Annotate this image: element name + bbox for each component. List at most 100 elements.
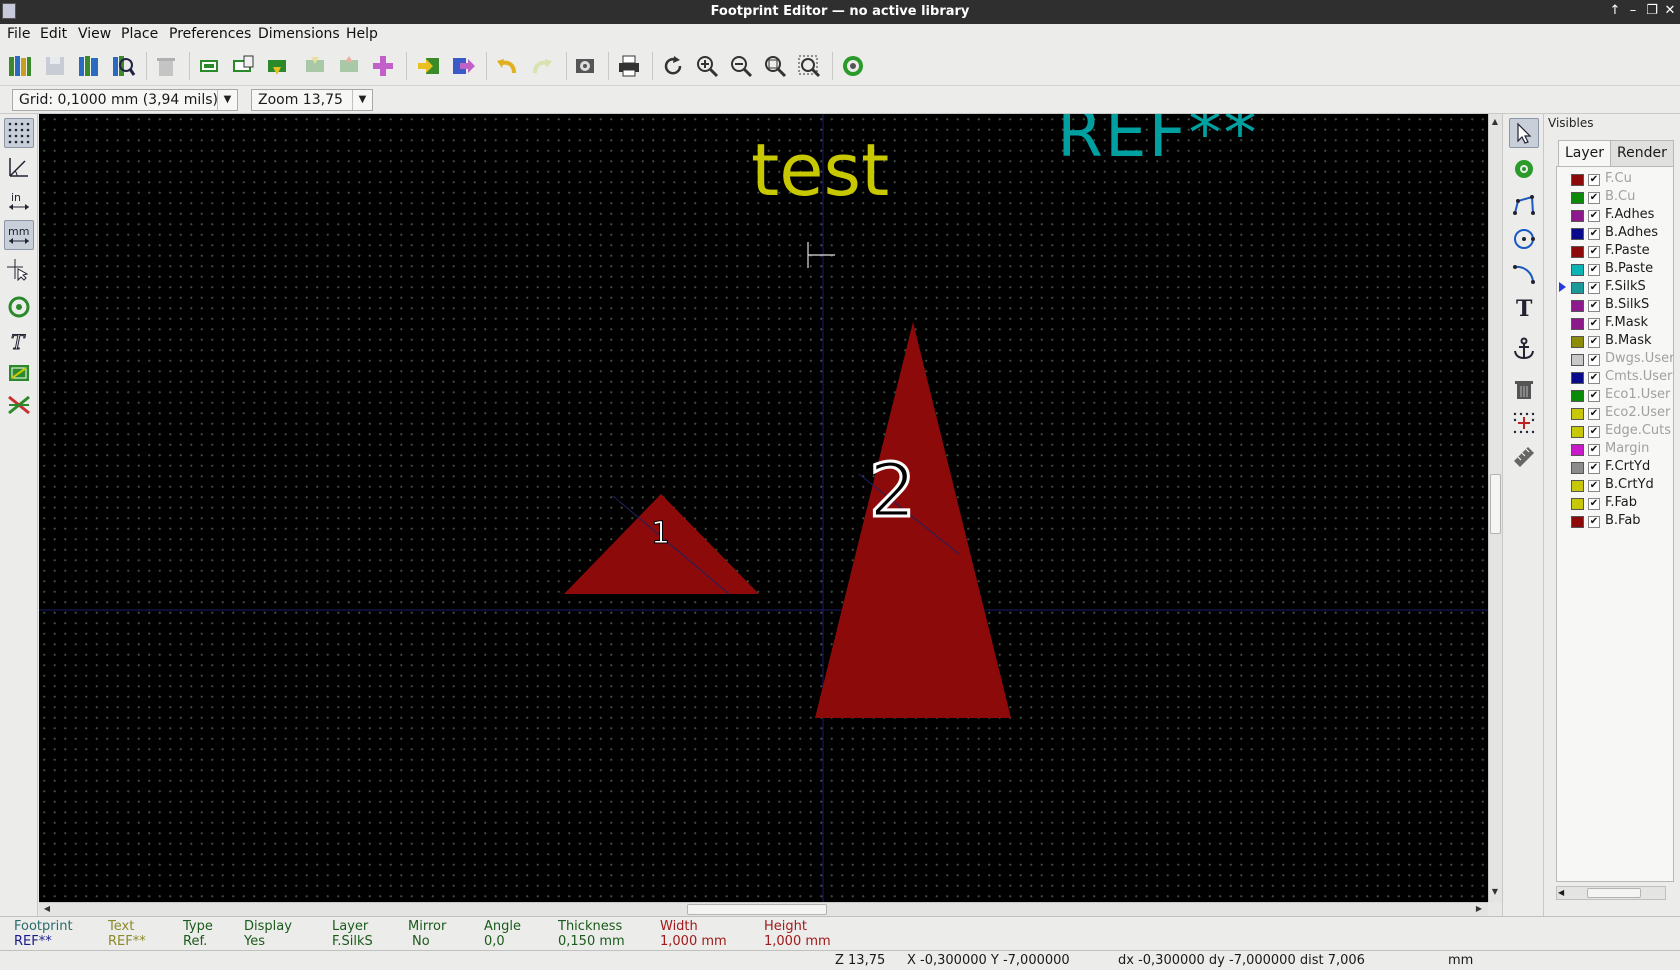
reference-text-field[interactable]: REF**: [1057, 114, 1259, 170]
scroll-left-icon[interactable]: ◀: [41, 903, 53, 915]
layer-name[interactable]: F.CrtYd: [1605, 459, 1673, 474]
layer-color-swatch[interactable]: [1571, 228, 1584, 240]
scroll-up-icon[interactable]: ▲: [1489, 116, 1501, 128]
menu-dimensions[interactable]: Dimensions: [258, 26, 340, 42]
layer-name[interactable]: Dwgs.User: [1605, 351, 1673, 366]
layer-color-swatch[interactable]: [1571, 210, 1584, 222]
polar-coords-button[interactable]: [4, 152, 34, 182]
layer-row[interactable]: ✔ F.Paste: [1557, 243, 1675, 261]
layer-color-swatch[interactable]: [1571, 246, 1584, 258]
layer-row[interactable]: ✔ F.Mask: [1557, 315, 1675, 333]
layer-row[interactable]: ✔ F.Adhes: [1557, 207, 1675, 225]
tab-render[interactable]: Render: [1610, 140, 1674, 166]
layer-color-swatch[interactable]: [1571, 300, 1584, 312]
export-footprint-button[interactable]: [448, 51, 478, 81]
layer-color-swatch[interactable]: [1571, 282, 1584, 294]
menu-help[interactable]: Help: [346, 26, 378, 42]
layer-color-swatch[interactable]: [1571, 426, 1584, 438]
minimize-icon[interactable]: –: [1624, 2, 1642, 20]
layer-name[interactable]: B.Paste: [1605, 261, 1673, 276]
layer-name[interactable]: F.Fab: [1605, 495, 1673, 510]
units-mm-button[interactable]: mm: [4, 220, 34, 250]
delete-footprint-button[interactable]: [151, 51, 181, 81]
layer-color-swatch[interactable]: [1571, 390, 1584, 402]
layer-row[interactable]: ✔ B.Mask: [1557, 333, 1675, 351]
layer-list-horizontal-scrollbar[interactable]: ◀ ▶: [1556, 886, 1666, 900]
horizontal-scroll-thumb[interactable]: [687, 904, 827, 915]
add-pad-button[interactable]: [368, 51, 398, 81]
layer-visibility-checkbox[interactable]: ✔: [1588, 408, 1600, 420]
layer-row[interactable]: ✔ Margin: [1557, 441, 1675, 459]
layer-name[interactable]: Margin: [1605, 441, 1673, 456]
layer-color-swatch[interactable]: [1571, 354, 1584, 366]
layer-visibility-checkbox[interactable]: ✔: [1588, 390, 1600, 402]
layer-name[interactable]: F.Cu: [1605, 171, 1673, 186]
menu-preferences[interactable]: Preferences: [169, 26, 251, 42]
layer-color-swatch[interactable]: [1571, 408, 1584, 420]
layer-visibility-checkbox[interactable]: ✔: [1588, 462, 1600, 474]
menu-edit[interactable]: Edit: [40, 26, 67, 42]
add-text-tool-button[interactable]: T: [1509, 292, 1539, 322]
layer-name[interactable]: F.SilkS: [1605, 279, 1673, 294]
chevron-down-icon[interactable]: ▼: [217, 90, 237, 110]
layer-color-swatch[interactable]: [1571, 264, 1584, 276]
layer-visibility-checkbox[interactable]: ✔: [1588, 264, 1600, 276]
zoom-select[interactable]: Zoom 13,75 ▼: [251, 89, 373, 111]
scroll-right-icon[interactable]: ▶: [1473, 903, 1485, 915]
layer-row[interactable]: ✔ Eco2.User: [1557, 405, 1675, 423]
drawing-canvas[interactable]: test REF** 1 2: [39, 114, 1488, 902]
undo-button[interactable]: [492, 51, 522, 81]
insert-into-board-button[interactable]: [334, 51, 364, 81]
menu-place[interactable]: Place: [121, 26, 158, 42]
tab-layer[interactable]: Layer: [1558, 140, 1612, 167]
layer-name[interactable]: B.Cu: [1605, 189, 1673, 204]
maximize-icon[interactable]: ❐: [1643, 2, 1661, 20]
high-contrast-button[interactable]: [4, 390, 34, 420]
keep-above-icon[interactable]: ↑: [1606, 2, 1624, 20]
layer-visibility-checkbox[interactable]: ✔: [1588, 282, 1600, 294]
redo-button[interactable]: [527, 51, 557, 81]
layer-row[interactable]: ✔ Eco1.User: [1557, 387, 1675, 405]
layer-row[interactable]: ✔ F.Fab: [1557, 495, 1675, 513]
new-footprint-button[interactable]: [194, 51, 224, 81]
layer-visibility-checkbox[interactable]: ✔: [1588, 336, 1600, 348]
layer-color-swatch[interactable]: [1571, 462, 1584, 474]
layer-name[interactable]: B.Adhes: [1605, 225, 1673, 240]
add-pad-tool-button[interactable]: [1509, 154, 1539, 184]
grid-select[interactable]: Grid: 0,1000 mm (3,94 mils) ▼: [12, 89, 238, 111]
menu-view[interactable]: View: [78, 26, 111, 42]
load-from-library-button[interactable]: [262, 51, 292, 81]
layer-visibility-checkbox[interactable]: ✔: [1588, 354, 1600, 366]
layer-row[interactable]: ✔ Cmts.User: [1557, 369, 1675, 387]
layer-visibility-checkbox[interactable]: ✔: [1588, 426, 1600, 438]
layer-visibility-checkbox[interactable]: ✔: [1588, 300, 1600, 312]
add-circle-tool-button[interactable]: [1509, 224, 1539, 254]
place-anchor-tool-button[interactable]: [1509, 334, 1539, 364]
layer-visibility-checkbox[interactable]: ✔: [1588, 498, 1600, 510]
layer-visibility-checkbox[interactable]: ✔: [1588, 516, 1600, 528]
chevron-down-icon[interactable]: ▼: [352, 90, 372, 110]
load-from-board-button[interactable]: [300, 51, 330, 81]
pad-sketch-button[interactable]: [4, 292, 34, 322]
zoom-in-button[interactable]: [692, 51, 722, 81]
add-line-tool-button[interactable]: [1509, 190, 1539, 220]
layer-color-swatch[interactable]: [1571, 372, 1584, 384]
layer-name[interactable]: F.Adhes: [1605, 207, 1673, 222]
layer-name[interactable]: Eco2.User: [1605, 405, 1673, 420]
check-footprint-button[interactable]: [838, 51, 868, 81]
cursor-shape-button[interactable]: [4, 254, 34, 284]
menu-file[interactable]: File: [7, 26, 30, 42]
layer-visibility-checkbox[interactable]: ✔: [1588, 444, 1600, 456]
scroll-left-icon[interactable]: ◀: [1558, 887, 1564, 899]
layer-color-swatch[interactable]: [1571, 192, 1584, 204]
layer-name[interactable]: Edge.Cuts: [1605, 423, 1673, 438]
layer-row[interactable]: ✔ B.Cu: [1557, 189, 1675, 207]
layer-scroll-thumb[interactable]: [1587, 888, 1641, 898]
redraw-button[interactable]: [658, 51, 688, 81]
footprint-wizard-button[interactable]: [228, 51, 258, 81]
layer-color-swatch[interactable]: [1571, 318, 1584, 330]
layer-row[interactable]: ✔ B.Adhes: [1557, 225, 1675, 243]
edges-sketch-button[interactable]: [4, 358, 34, 388]
layer-color-swatch[interactable]: [1571, 336, 1584, 348]
new-library-button[interactable]: [74, 51, 104, 81]
